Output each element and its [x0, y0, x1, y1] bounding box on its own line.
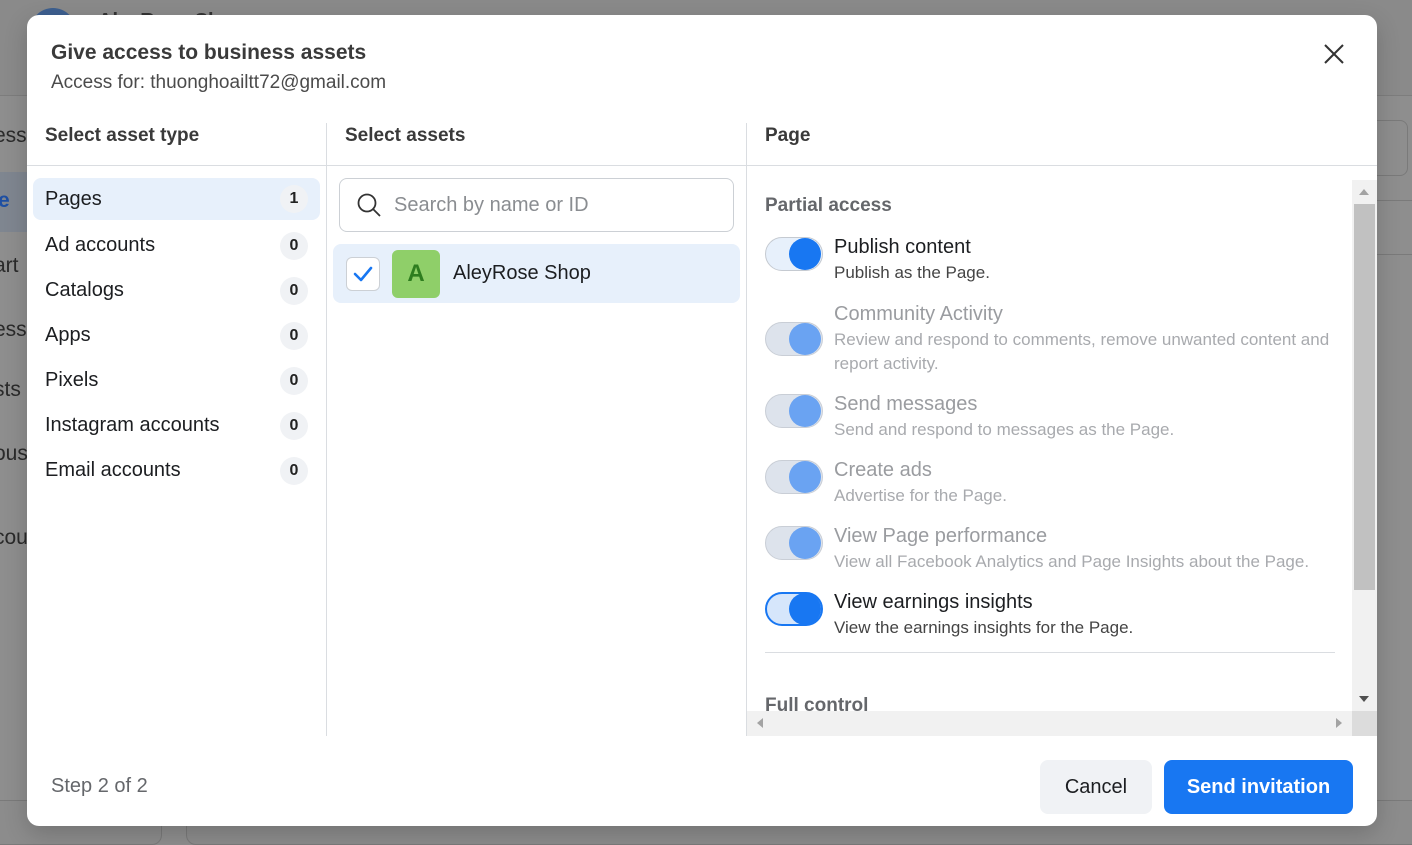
- send-invitation-button[interactable]: Send invitation: [1164, 760, 1353, 814]
- permission-community-activity: Community Activity Review and respond to…: [765, 302, 1345, 376]
- background-sidebar-item: cou: [0, 526, 28, 549]
- permission-description: View the earnings insights for the Page.: [834, 618, 1134, 637]
- permission-description: View all Facebook Analytics and Page Ins…: [834, 552, 1310, 571]
- permission-publish-content: Publish content Publish as the Page.: [765, 235, 1345, 285]
- create-ads-toggle[interactable]: [765, 460, 823, 494]
- permissions-vertical-scrollbar[interactable]: [1352, 180, 1377, 711]
- background-sidebar-item: art: [0, 254, 19, 277]
- partial-access-title: Partial access: [765, 195, 892, 216]
- asset-type-header: Select asset type: [45, 125, 200, 146]
- asset-type-label: Ad accounts: [45, 234, 156, 256]
- background-sidebar-item: ous: [0, 442, 28, 465]
- permission-send-messages: Send messages Send and respond to messag…: [765, 392, 1345, 442]
- background-sidebar-item: sts: [0, 378, 21, 401]
- asset-type-label: Apps: [45, 324, 91, 346]
- publish-content-toggle[interactable]: [765, 237, 823, 271]
- scroll-right-arrow-icon[interactable]: [1336, 718, 1342, 728]
- asset-type-count: 0: [280, 366, 308, 395]
- close-button[interactable]: [1321, 41, 1347, 67]
- asset-type-label: Instagram accounts: [45, 414, 220, 436]
- permission-label: View Page performance: [834, 525, 1048, 547]
- asset-type-count: 0: [280, 231, 308, 260]
- asset-type-catalogs[interactable]: Catalogs 0: [33, 268, 320, 313]
- asset-type-count: 0: [280, 456, 308, 485]
- permission-view-earnings-insights: View earnings insights View the earnings…: [765, 590, 1345, 640]
- asset-type-list: Pages 1 Ad accounts 0 Catalogs 0 Apps 0 …: [33, 178, 320, 493]
- asset-type-instagram-accounts[interactable]: Instagram accounts 0: [33, 403, 320, 448]
- scroll-down-arrow-icon[interactable]: [1359, 696, 1369, 702]
- assets-header: Select assets: [345, 125, 466, 146]
- asset-type-count: 1: [280, 185, 308, 213]
- view-page-performance-toggle[interactable]: [765, 526, 823, 560]
- asset-checkbox[interactable]: [346, 256, 380, 291]
- community-activity-toggle[interactable]: [765, 322, 823, 356]
- background-sidebar-item: ess: [0, 318, 27, 341]
- asset-type-ad-accounts[interactable]: Ad accounts 0: [33, 223, 320, 268]
- toggle-knob: [789, 593, 821, 625]
- asset-search-box[interactable]: [339, 178, 734, 232]
- permission-label: Send messages: [834, 393, 978, 415]
- checkmark-icon: [353, 266, 373, 281]
- modal-title: Give access to business assets: [51, 41, 367, 64]
- view-earnings-insights-toggle[interactable]: [765, 592, 823, 626]
- asset-type-label: Pixels: [45, 369, 99, 391]
- toggle-knob: [789, 323, 821, 355]
- permissions-horizontal-scrollbar[interactable]: [747, 711, 1352, 736]
- background-sidebar-item: e: [0, 189, 10, 212]
- toggle-knob: [789, 527, 821, 559]
- asset-type-label: Catalogs: [45, 279, 124, 301]
- scrollbar-corner: [1352, 711, 1377, 736]
- asset-type-pixels[interactable]: Pixels 0: [33, 358, 320, 403]
- step-indicator: Step 2 of 2: [51, 775, 148, 797]
- permission-description: Publish as the Page.: [834, 263, 990, 282]
- permission-create-ads: Create ads Advertise for the Page.: [765, 458, 1345, 508]
- give-access-modal: Give access to business assets Access fo…: [27, 15, 1377, 826]
- asset-type-pages[interactable]: Pages 1: [33, 178, 320, 220]
- asset-type-count: 0: [280, 276, 308, 305]
- toggle-knob: [789, 395, 821, 427]
- close-icon: [1324, 44, 1344, 64]
- background-divider: [1377, 254, 1412, 255]
- background-sidebar-item: ess: [0, 124, 27, 147]
- asset-search-input[interactable]: [394, 193, 714, 217]
- asset-type-label: Email accounts: [45, 459, 181, 481]
- asset-type-apps[interactable]: Apps 0: [33, 313, 320, 358]
- permission-view-page-performance: View Page performance View all Facebook …: [765, 524, 1365, 574]
- asset-row[interactable]: A AleyRose Shop: [333, 244, 740, 303]
- asset-type-label: Pages: [45, 187, 102, 210]
- asset-type-count: 0: [280, 321, 308, 350]
- permissions-pane: Partial access Publish content Publish a…: [747, 178, 1377, 736]
- permission-description: Review and respond to comments, remove u…: [834, 330, 1330, 373]
- permission-label: Publish content: [834, 236, 971, 258]
- column-divider: [326, 123, 327, 736]
- modal-subtitle: Access for: thuonghoailtt72@gmail.com: [51, 72, 387, 93]
- scrollbar-thumb[interactable]: [1354, 204, 1375, 590]
- cancel-button[interactable]: Cancel: [1040, 760, 1152, 814]
- toggle-knob: [789, 238, 821, 270]
- permission-label: Community Activity: [834, 303, 1003, 325]
- scroll-left-arrow-icon[interactable]: [757, 718, 763, 728]
- permission-label: Create ads: [834, 459, 932, 481]
- send-messages-toggle[interactable]: [765, 394, 823, 428]
- toggle-knob: [789, 461, 821, 493]
- asset-avatar: A: [392, 249, 440, 298]
- asset-name: AleyRose Shop: [453, 262, 591, 284]
- permissions-divider: [765, 652, 1335, 653]
- asset-type-email-accounts[interactable]: Email accounts 0: [33, 448, 320, 493]
- permission-description: Send and respond to messages as the Page…: [834, 420, 1175, 439]
- permission-description: Advertise for the Page.: [834, 486, 1007, 505]
- permissions-header: Page: [765, 125, 811, 146]
- asset-type-count: 0: [280, 411, 308, 440]
- background-divider: [1377, 200, 1412, 201]
- permission-label: View earnings insights: [834, 591, 1033, 613]
- column-header-row: [27, 115, 1377, 166]
- search-icon: [357, 193, 381, 217]
- scroll-up-arrow-icon[interactable]: [1359, 189, 1369, 195]
